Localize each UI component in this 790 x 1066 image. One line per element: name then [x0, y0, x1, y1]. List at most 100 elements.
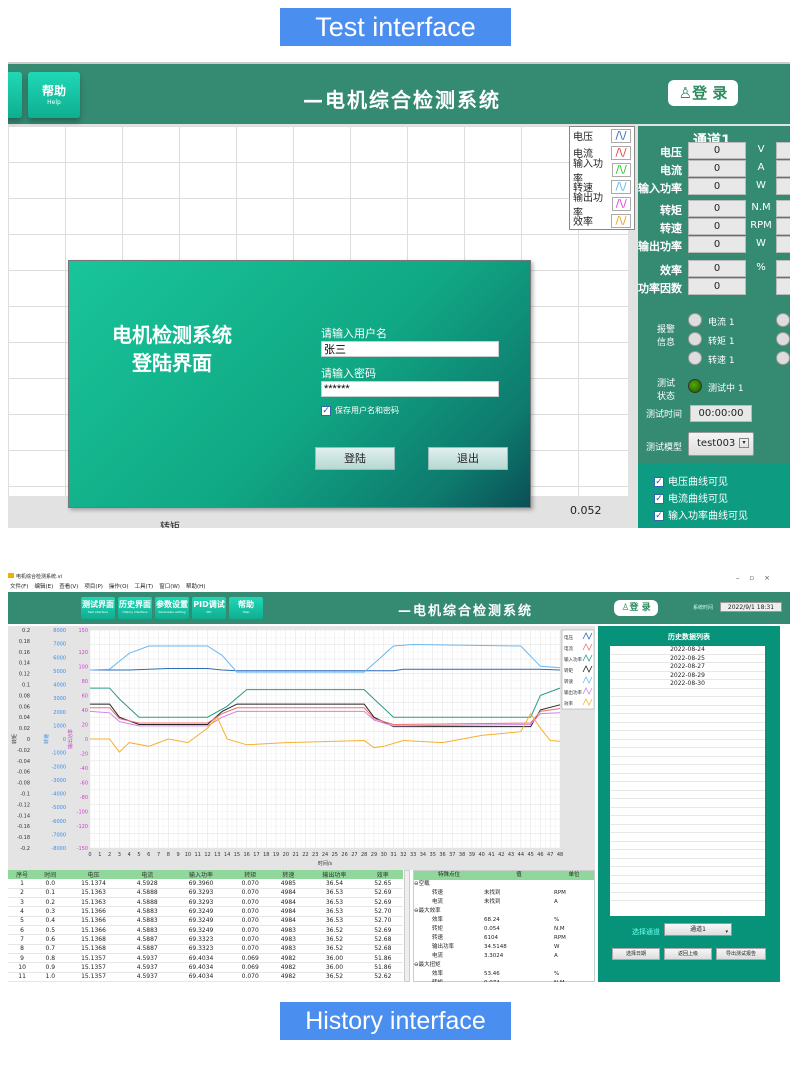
test-time-label: 测试时间 [646, 410, 683, 420]
table-row[interactable]: 7 0.6 15.1368 4.5887 69.3323 0.070 4983 36.52 52… [8, 934, 403, 945]
maximize-icon[interactable]: ▫ [749, 574, 764, 582]
password-input[interactable] [321, 381, 499, 397]
curve-checkbox[interactable]: ✓ 输入功率曲线可见 [654, 508, 790, 525]
table-row[interactable]: 3 0.2 15.1363 4.5888 69.3293 0.070 4984 36.53 52… [8, 897, 403, 908]
column-header: 序号 [8, 870, 37, 879]
curve-checkbox[interactable]: ✓ 电流曲线可见 [654, 491, 790, 508]
history-date-item[interactable] [610, 748, 765, 757]
nav-button[interactable]: 参数设置 Parameter setting [155, 597, 189, 619]
menu-item[interactable]: 窗口(W) [159, 582, 180, 590]
table-row[interactable]: 8 0.7 15.1368 4.5887 69.3323 0.070 4983 36.52 52… [8, 944, 403, 955]
channel-select[interactable]: 通道1 ▾ [664, 923, 732, 936]
menu-item[interactable]: 操作(O) [109, 582, 129, 590]
tree-row[interactable]: 转速 6104 RPM [414, 934, 594, 943]
tree-row[interactable]: 转矩0.074N.M [414, 979, 594, 982]
login-button[interactable]: ♙登 录 [614, 600, 658, 616]
nav-button[interactable]: 测试界面 Test interface [81, 597, 115, 619]
history-date-item[interactable] [610, 731, 765, 740]
remember-label: 保存用户名和密码 [335, 406, 399, 415]
history-date-item[interactable] [610, 850, 765, 859]
nav-button[interactable]: PID调试 PID [192, 597, 226, 619]
history-date-item[interactable] [610, 876, 765, 884]
menu-item[interactable]: 项目(P) [84, 582, 103, 590]
history-date-item[interactable] [610, 757, 765, 765]
table-row[interactable]: 5 0.4 15.1366 4.5883 69.3249 0.070 4984 36.53 52… [8, 916, 403, 927]
history-date-item[interactable] [610, 842, 765, 850]
nav-help[interactable]: 帮助 Help [28, 72, 80, 118]
history-date-item[interactable] [610, 808, 765, 816]
history-date-item[interactable] [610, 867, 765, 876]
select-date-button[interactable]: 选择日期 [612, 948, 660, 960]
history-date-item[interactable] [610, 774, 765, 782]
history-date-item[interactable] [610, 697, 765, 706]
history-date-item[interactable] [610, 893, 765, 901]
table-row[interactable]: 1 0.0 15.1374 4.5928 69.3960 0.070 4985 36.54 52… [8, 879, 403, 889]
history-date-item[interactable] [610, 689, 765, 697]
nav-button[interactable]: 帮助 Help [229, 597, 263, 619]
table-row[interactable]: 10 0.9 15.1357 4.5937 69.4034 0.069 4982 36.00 5… [8, 962, 403, 973]
history-date-item[interactable] [610, 816, 765, 825]
dialog-exit-button[interactable]: 退出 [428, 447, 508, 470]
history-date-item[interactable]: 2022-08-30 [610, 680, 765, 689]
menu-item[interactable]: 工具(T) [135, 582, 154, 590]
reading-value: 0 [688, 236, 746, 253]
tree-row[interactable]: 转矩 0.054 N.M [414, 925, 594, 934]
tree-row[interactable]: 电流 3.3024 A [414, 952, 594, 961]
tree-row[interactable]: ⊖ 空载 [414, 880, 594, 889]
menu-item[interactable]: 文件(F) [10, 582, 28, 590]
history-date-item[interactable] [610, 884, 765, 893]
tree-row[interactable]: ⊖ 最大扭矩 [414, 961, 594, 970]
tree-row[interactable]: 电流 未找到 A [414, 898, 594, 907]
history-date-item[interactable] [610, 791, 765, 799]
curve-checkbox[interactable]: ✓ 电压曲线可见 [654, 474, 790, 491]
history-date-item[interactable] [610, 714, 765, 723]
back-button[interactable]: 返回上级 [664, 948, 712, 960]
menu-item[interactable]: 帮助(H) [186, 582, 205, 590]
history-date-item[interactable]: 2022-08-24 [610, 646, 765, 655]
table-cell: 0.070 [230, 925, 271, 936]
nav-button[interactable]: 历史界面 History interface [118, 597, 152, 619]
table-scrollbar[interactable] [404, 870, 410, 982]
history-date-item[interactable] [610, 833, 765, 842]
remember-checkbox[interactable]: ✓ 保存用户名和密码 [321, 405, 399, 416]
history-date-item[interactable] [610, 799, 765, 808]
history-date-list[interactable]: 2022-08-24 2022-08-25 2022-08-27 2022-08-29… [610, 646, 765, 916]
x-tick-label: 9 [177, 852, 180, 858]
table-row[interactable]: 11 1.0 15.1357 4.5937 69.4034 0.070 4982 36.52 5… [8, 972, 403, 982]
nav-test[interactable]: 试 [8, 72, 22, 118]
export-report-button[interactable]: 导出测试报告 [716, 948, 766, 960]
table-row[interactable]: 9 0.8 15.1357 4.5937 69.4034 0.069 4982 36.00 51… [8, 953, 403, 964]
history-date-item[interactable] [610, 706, 765, 714]
history-date-item[interactable]: 2022-08-25 [610, 655, 765, 663]
table-cell: 4.5883 [122, 916, 172, 927]
menu-item[interactable]: 查看(V) [59, 582, 78, 590]
close-icon[interactable]: × [764, 574, 780, 582]
history-date-item[interactable] [610, 782, 765, 791]
history-date-item[interactable] [610, 740, 765, 748]
dialog-login-button[interactable]: 登陆 [315, 447, 395, 470]
reading-label: 电流 [660, 164, 682, 177]
x-tick-label: 42 [498, 852, 504, 858]
table-row[interactable]: 4 0.3 15.1366 4.5883 69.3249 0.070 4984 36.53 52… [8, 906, 403, 917]
table-cell: 69.4034 [171, 962, 231, 973]
login-button[interactable]: ♙登 录 [668, 80, 738, 106]
history-date-item[interactable] [610, 723, 765, 731]
test-model-select[interactable]: test003 ▾ [688, 432, 754, 456]
history-date-item[interactable] [610, 859, 765, 867]
history-date-item[interactable]: 2022-08-27 [610, 663, 765, 672]
table-row[interactable]: 2 0.1 15.1363 4.5888 69.3293 0.070 4984 36.53 52… [8, 888, 403, 899]
tree-row[interactable]: 输出功率 34.5148 W [414, 943, 594, 952]
menu-item[interactable]: 编辑(E) [34, 582, 53, 590]
y-tick-label: -0.02 [17, 748, 30, 754]
tree-row[interactable]: 效率 68.24% [414, 916, 594, 925]
history-date-item[interactable] [610, 825, 765, 833]
table-cell: 4984 [270, 897, 307, 908]
history-date-item[interactable] [610, 765, 765, 774]
tree-row[interactable]: 效率 53.46% [414, 970, 594, 979]
history-date-item[interactable]: 2022-08-29 [610, 672, 765, 680]
tree-row[interactable]: ⊖ 最大效率 [414, 907, 594, 916]
minimize-icon[interactable]: – [736, 574, 750, 582]
username-input[interactable] [321, 341, 499, 357]
table-row[interactable]: 6 0.5 15.1366 4.5883 69.3249 0.070 4983 36.52 52… [8, 925, 403, 936]
tree-row[interactable]: 转速 未找到 RPM [414, 889, 594, 898]
